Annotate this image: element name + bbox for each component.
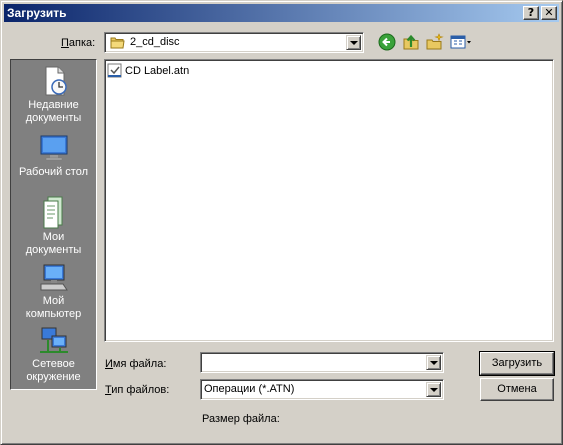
place-desktop[interactable]: Рабочий стол xyxy=(11,132,96,179)
filename-label-accel: И xyxy=(105,358,113,370)
lookin-combo[interactable]: 2_cd_disc xyxy=(104,32,364,53)
place-label-line2: компьютер xyxy=(25,308,82,320)
filetype-label: Тип файлов: xyxy=(105,384,169,397)
list-item[interactable]: CD Label.atn xyxy=(107,63,189,79)
lookin-dropdown-arrow[interactable] xyxy=(346,35,361,50)
place-network[interactable]: Сетевое окружение xyxy=(11,326,96,384)
lookin-value: 2_cd_disc xyxy=(130,36,180,48)
place-label-line2: документы xyxy=(25,244,82,256)
open-button[interactable]: Загрузить xyxy=(479,351,555,376)
desktop-icon xyxy=(40,135,67,161)
place-label-line1: Мой xyxy=(42,295,65,307)
filename-combo[interactable] xyxy=(200,352,444,373)
my-documents-icon xyxy=(43,196,62,229)
back-icon[interactable] xyxy=(377,32,397,52)
window-title: Загрузить xyxy=(7,6,67,20)
lookin-label-accel: П xyxy=(61,37,69,49)
up-folder-icon[interactable] xyxy=(401,32,421,52)
open-dialog: Загрузить ? ✕ Папка: 2_cd_disc Недавние … xyxy=(0,0,563,445)
place-label-line2: документы xyxy=(25,112,82,124)
recent-documents-icon xyxy=(45,66,67,96)
new-folder-icon[interactable] xyxy=(425,32,445,52)
place-label-line1: Сетевое xyxy=(32,358,75,370)
lookin-label: Папка: xyxy=(61,37,95,50)
filename-label-rest: мя файла: xyxy=(112,358,167,370)
views-menu-icon[interactable] xyxy=(449,32,473,52)
file-list[interactable]: CD Label.atn xyxy=(104,59,554,342)
cancel-button[interactable]: Отмена xyxy=(480,378,554,401)
place-label-line1: Мои xyxy=(42,231,65,243)
places-bar: Недавние документы Рабочий стол Мои доку… xyxy=(10,59,97,390)
filetype-value: Операции (*.ATN) xyxy=(204,383,295,395)
title-bar[interactable]: Загрузить ? ✕ xyxy=(4,4,559,22)
place-recent-documents[interactable]: Недавние документы xyxy=(11,65,96,125)
action-file-icon xyxy=(107,63,122,78)
filesize-label: Размер файла: xyxy=(202,413,280,425)
network-icon xyxy=(39,327,68,353)
lookin-label-rest: апка: xyxy=(68,37,96,49)
place-my-documents[interactable]: Мои документы xyxy=(11,195,96,257)
place-label-line2: окружение xyxy=(26,371,81,383)
filename-dropdown-arrow[interactable] xyxy=(426,355,441,370)
file-name: CD Label.atn xyxy=(125,64,190,77)
close-button[interactable]: ✕ xyxy=(541,6,557,20)
place-my-computer[interactable]: Мой компьютер xyxy=(11,263,96,321)
filetype-label-rest: ип файлов: xyxy=(111,384,170,396)
my-computer-icon xyxy=(40,264,68,291)
filetype-combo[interactable]: Операции (*.ATN) xyxy=(200,379,444,400)
help-button[interactable]: ? xyxy=(523,6,539,20)
folder-icon xyxy=(110,37,125,49)
filetype-dropdown-arrow[interactable] xyxy=(426,382,441,397)
place-label-line1: Рабочий стол xyxy=(18,166,89,178)
filename-label: Имя файла: xyxy=(105,358,166,371)
place-label-line1: Недавние xyxy=(28,99,79,111)
